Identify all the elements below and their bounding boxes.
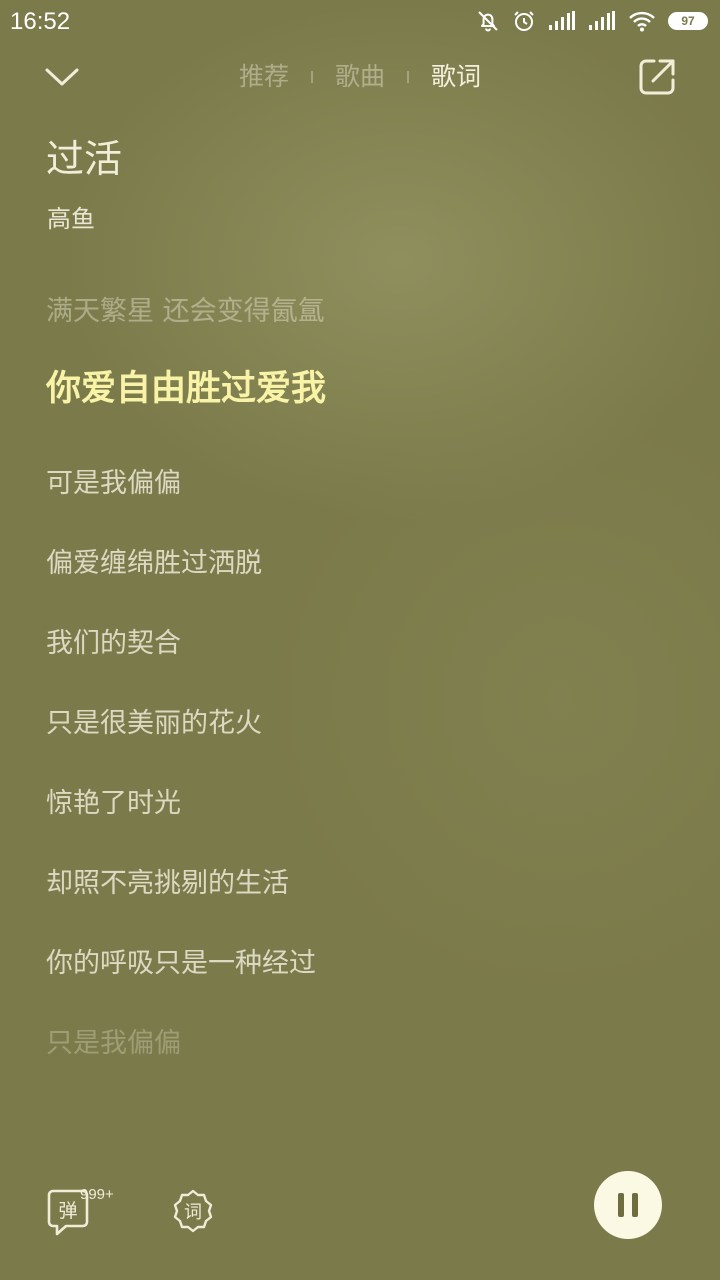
tab-recommend[interactable]: 推荐: [239, 60, 289, 94]
battery-icon: 97: [668, 12, 708, 30]
signal-icon: [548, 11, 576, 31]
lyric-toggle-button[interactable]: 词: [170, 1188, 216, 1234]
lyric-line: 我们的契合: [46, 628, 181, 659]
tab-divider: [310, 71, 313, 83]
status-time: 16:52: [10, 8, 71, 35]
lyrics-list[interactable]: 满天繁星 还会变得氤氲 你爱自由胜过爱我 可是我偏偏 偏爱缠绵胜过洒脱 我们的契…: [46, 290, 686, 1102]
lyric-toggle-label: 词: [184, 1202, 202, 1223]
top-nav: 推荐 歌曲 歌词: [0, 52, 720, 102]
status-bar: 16:52 97: [0, 0, 720, 44]
lyric-line: 偏爱缠绵胜过洒脱: [46, 548, 262, 579]
pause-icon: [618, 1193, 638, 1217]
signal-icon: [588, 11, 616, 31]
battery-level: 97: [681, 14, 695, 28]
song-artist[interactable]: 高鱼: [47, 202, 95, 236]
share-button[interactable]: [636, 56, 678, 98]
lyric-line: 惊艳了时光: [46, 788, 181, 819]
lyric-line: 你的呼吸只是一种经过: [46, 948, 316, 979]
lyric-line: 却照不亮挑剔的生活: [46, 868, 289, 899]
danmaku-label: 弹: [58, 1200, 77, 1222]
wifi-icon: [628, 10, 656, 32]
lyric-line-current: 你爱自由胜过爱我: [46, 369, 327, 409]
pause-button[interactable]: [594, 1171, 662, 1239]
lyric-badge-icon: 词: [173, 1189, 213, 1233]
share-external-icon: [639, 59, 675, 95]
lyric-line: 只是我偏偏: [46, 1028, 181, 1059]
alarm-icon: [512, 9, 536, 33]
lyric-line: 满天繁星 还会变得氤氲: [46, 296, 325, 327]
tab-lyrics[interactable]: 歌词: [431, 60, 481, 94]
mute-bell-icon: [476, 9, 500, 33]
tab-songs[interactable]: 歌曲: [335, 60, 385, 94]
song-title: 过活: [46, 137, 123, 181]
danmaku-count: 999+: [80, 1186, 114, 1203]
tab-divider: [407, 71, 409, 83]
status-icons: 97: [476, 9, 708, 33]
tab-bar: 推荐 歌曲 歌词: [0, 60, 720, 94]
lyric-line: 只是很美丽的花火: [46, 708, 262, 739]
lyric-line: 可是我偏偏: [46, 468, 181, 499]
